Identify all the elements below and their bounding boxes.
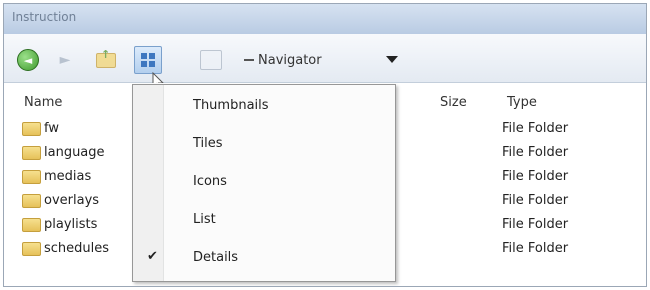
forward-button[interactable]: ► (54, 50, 76, 70)
view-menu: Thumbnails Tiles Icons List ✔ Details (132, 84, 396, 282)
menu-item-details[interactable]: ✔ Details (133, 243, 395, 273)
menu-item-icons[interactable]: Icons (133, 167, 395, 197)
column-header-type[interactable]: Type (507, 95, 537, 110)
folders-icon (200, 50, 222, 70)
back-button[interactable]: ◄ (16, 48, 40, 72)
folder-icon (22, 241, 41, 256)
navigator-button[interactable]: Navigator (244, 49, 322, 71)
folder-icon (22, 169, 41, 184)
views-button[interactable] (134, 46, 162, 74)
menu-item-label: Tiles (193, 136, 223, 151)
file-name: language (44, 145, 105, 160)
folder-icon (22, 121, 41, 136)
folder-icon (22, 193, 41, 208)
menu-item-thumbnails[interactable]: Thumbnails (133, 91, 395, 121)
menu-item-label: Icons (193, 174, 227, 189)
navigator-icon (244, 59, 254, 61)
menu-item-tiles[interactable]: Tiles (133, 129, 395, 159)
file-name: overlays (44, 193, 100, 208)
menu-item-label: List (193, 212, 216, 227)
forward-arrow-icon: ► (59, 52, 71, 68)
file-type: File Folder (502, 145, 569, 160)
views-icon (141, 53, 155, 67)
file-type: File Folder (502, 121, 569, 136)
folder-icon (22, 145, 41, 160)
dropdown-arrow-icon (386, 55, 398, 63)
menu-item-label: Details (193, 250, 239, 265)
up-folder-icon (96, 48, 116, 68)
file-type: File Folder (502, 217, 569, 232)
file-type: File Folder (502, 169, 569, 184)
file-type: File Folder (502, 193, 569, 208)
navigator-dropdown[interactable] (384, 51, 400, 67)
menu-item-label: Thumbnails (193, 98, 269, 113)
folders-button[interactable] (197, 46, 225, 74)
checkmark-icon: ✔ (147, 249, 158, 264)
column-header-size[interactable]: Size (440, 95, 467, 110)
file-name: fw (44, 121, 59, 136)
title-bar: Instruction (4, 4, 646, 35)
back-arrow-icon: ◄ (17, 49, 39, 71)
file-name: medias (44, 169, 92, 184)
file-type: File Folder (502, 241, 569, 256)
window-title: Instruction (12, 10, 77, 24)
file-name: schedules (44, 241, 110, 256)
up-folder-button[interactable] (94, 48, 118, 72)
file-name: playlists (44, 217, 98, 232)
navigator-label: Navigator (258, 52, 322, 68)
explorer-window: Instruction ◄ ► Navigator (3, 3, 647, 287)
toolbar: ◄ ► Navigator (4, 34, 646, 91)
column-header-name[interactable]: Name (24, 95, 62, 110)
menu-item-list[interactable]: List (133, 205, 395, 235)
folder-icon (22, 217, 41, 232)
